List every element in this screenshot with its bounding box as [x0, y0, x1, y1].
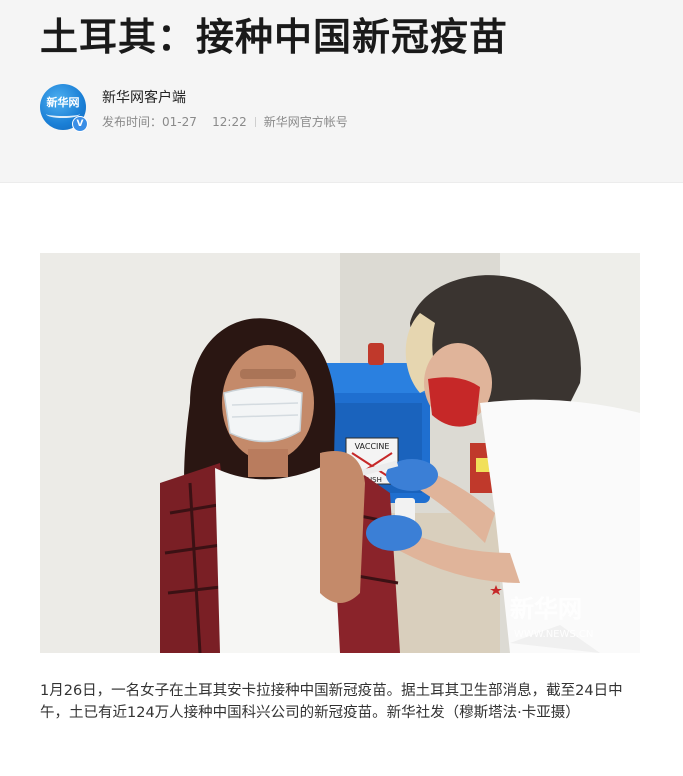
author-name[interactable]: 新华网客户端	[102, 87, 186, 107]
photo-watermark-url: WWW.NEWS.CN	[514, 629, 593, 640]
account-label: 新华网官方帐号	[263, 115, 348, 129]
publish-label: 发布时间：	[102, 115, 163, 129]
article-photo: VACCINE RUSH 新华网 WWW.NEWS.CN	[40, 253, 640, 653]
verified-badge-icon: V	[72, 116, 88, 132]
publish-time: 12:22	[212, 115, 247, 129]
article-meta: 发布时间：01-27 12:22 新华网官方帐号	[102, 113, 348, 130]
photo-watermark-text: 新华网	[510, 595, 582, 623]
photo-caption: 1月26日，一名女子在土耳其安卡拉接种中国新冠疫苗。据土耳其卫生部消息，截至24…	[40, 683, 623, 721]
photo-illustration: VACCINE RUSH 新华网 WWW.NEWS.CN	[40, 253, 640, 653]
publish-date: 01-27	[162, 115, 197, 129]
vaccine-box-label: VACCINE	[355, 442, 390, 451]
article-header: 土耳其：接种中国新冠疫苗 新华网 V 新华网客户端 发布时间：01-27 12:…	[0, 0, 683, 183]
meta-divider	[254, 117, 256, 127]
avatar-logo-text: 新华网	[46, 96, 80, 109]
article-title: 土耳其：接种中国新冠疫苗	[40, 15, 509, 59]
